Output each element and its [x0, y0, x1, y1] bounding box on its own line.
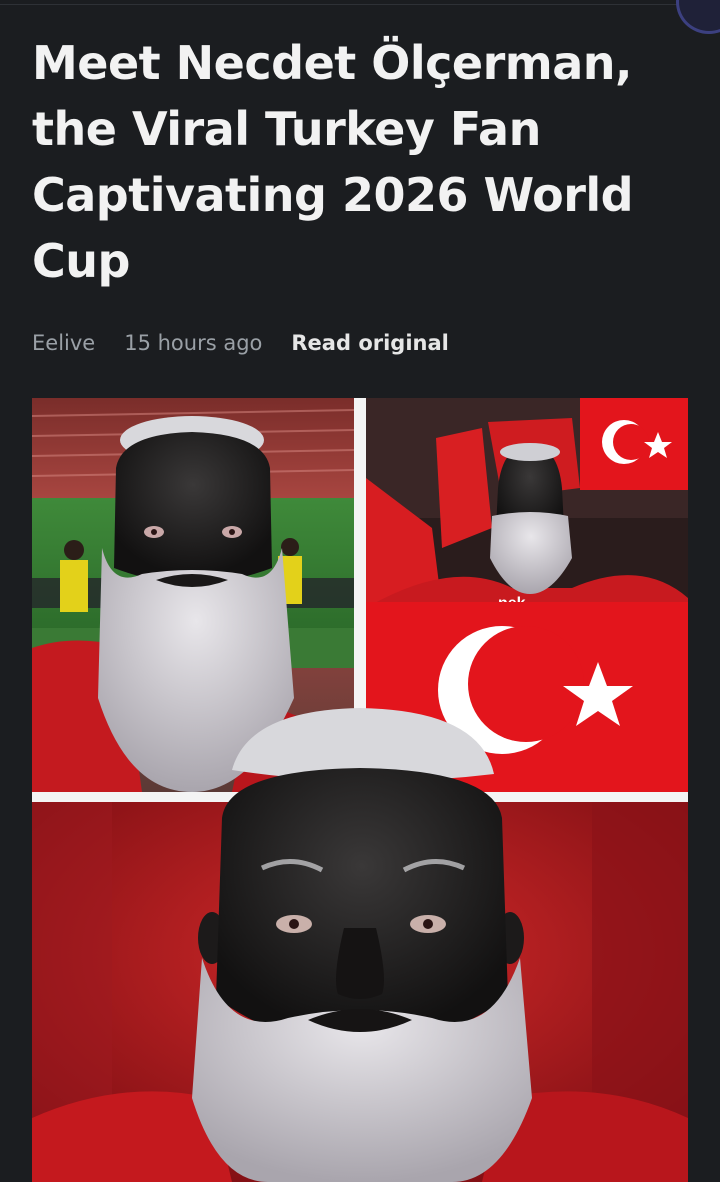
article-title[interactable]: Meet Necdet Ölçerman, the Viral Turkey F… [32, 30, 682, 294]
photo-collage: nek [32, 398, 688, 1182]
profile-avatar[interactable] [676, 0, 720, 34]
article-page: Meet Necdet Ölçerman, the Viral Turkey F… [0, 0, 720, 1182]
article-meta: Eelive 15 hours ago Read original [32, 328, 449, 358]
source-name[interactable]: Eelive [32, 331, 95, 355]
top-divider [0, 4, 680, 5]
article-image[interactable]: nek [32, 398, 688, 1182]
read-original-link[interactable]: Read original [291, 331, 448, 355]
timestamp: 15 hours ago [124, 331, 263, 355]
